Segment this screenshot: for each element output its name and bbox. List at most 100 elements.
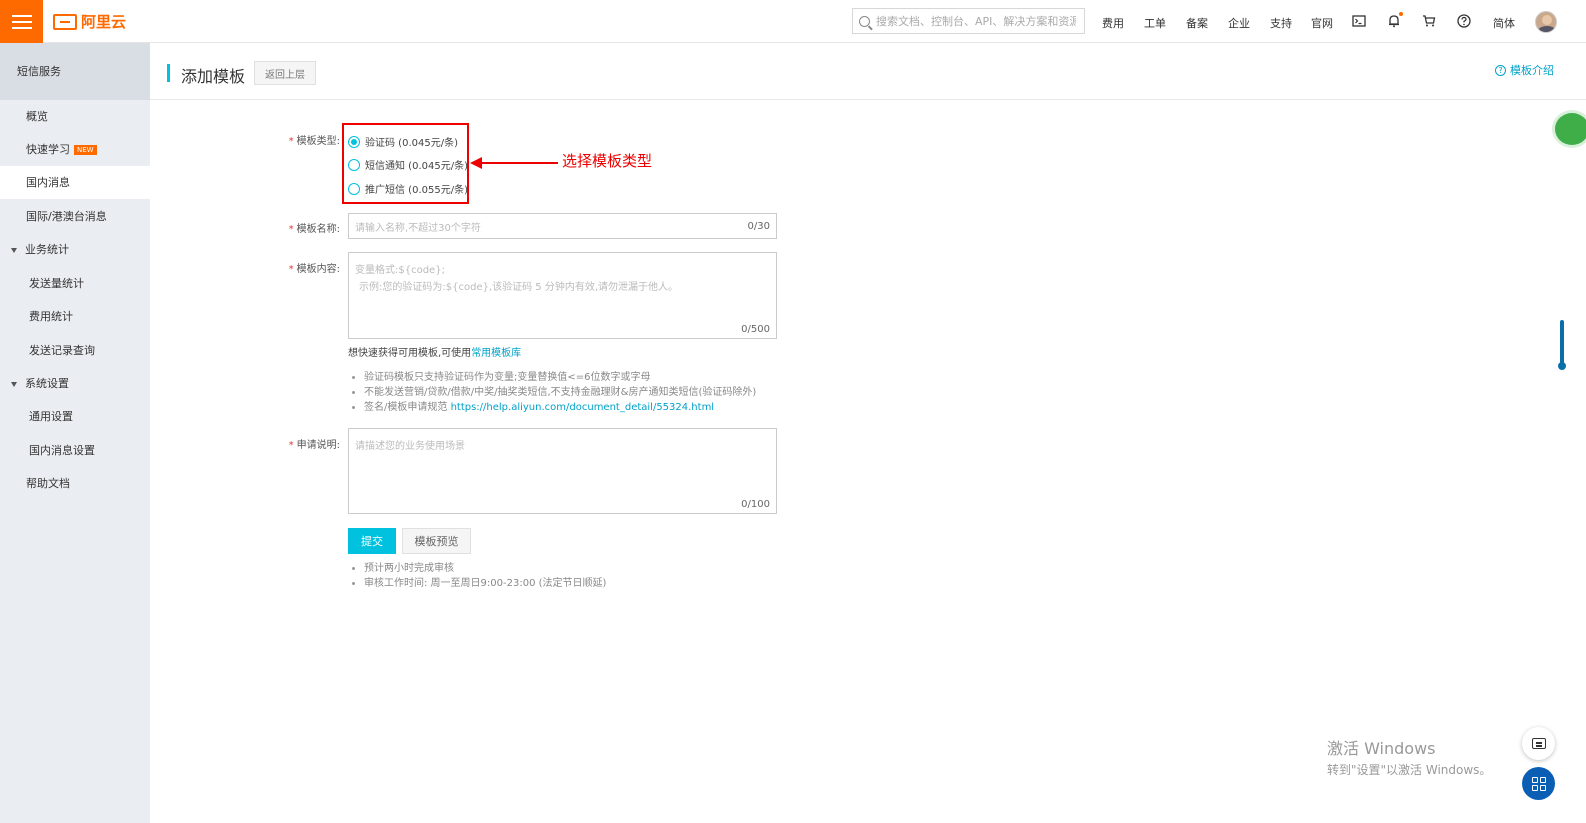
radio-icon[interactable]	[348, 158, 360, 171]
template-content-label: * 模板内容:	[288, 264, 340, 275]
floating-assistant-icon[interactable]	[1552, 110, 1586, 148]
reason-counter: 0/100	[741, 499, 770, 510]
radio-icon[interactable]	[348, 182, 360, 195]
sidebar-item-label: 费用统计	[29, 310, 73, 323]
back-button[interactable]: 返回上层	[254, 61, 316, 85]
sidebar-item-label: 快速学习	[26, 143, 70, 156]
chat-button[interactable]	[1522, 727, 1555, 760]
bell-icon[interactable]	[1387, 12, 1403, 28]
rule-item: 不能发送营销/贷款/借款/中奖/抽奖类短信,不支持金融理财&房产通知类短信(验证…	[352, 385, 756, 400]
template-intro-label: 模板介绍	[1510, 64, 1554, 77]
sidebar-item-fee-stats[interactable]: 费用统计	[0, 300, 150, 333]
aliyun-logo[interactable]: 阿里云	[53, 11, 126, 32]
radio-checked-icon[interactable]	[348, 135, 360, 148]
template-name-input[interactable]: 请输入名称,不超过30个字符 0/30	[348, 213, 777, 239]
user-avatar[interactable]	[1535, 11, 1557, 33]
nav-fee[interactable]: 费用	[1102, 15, 1124, 31]
sidebar-group-settings[interactable]: 系统设置	[0, 367, 150, 400]
question-icon: ?	[1495, 64, 1506, 76]
nav-ticket[interactable]: 工单	[1144, 15, 1166, 31]
submit-button[interactable]: 提交	[348, 528, 396, 554]
template-content-textarea[interactable]: 变量格式:${code}; 示例:您的验证码为:${code},该验证码 5 分…	[348, 252, 777, 339]
template-library-hint: 想快速获得可用模板,可使用常用模板库	[348, 348, 522, 359]
cart-icon[interactable]	[1422, 14, 1436, 28]
sidebar-item-domestic[interactable]: 国内消息	[0, 166, 150, 199]
reason-textarea[interactable]: 请描述您的业务使用场景 0/100	[348, 428, 777, 514]
sidebar-item-label: 国内消息设置	[29, 444, 95, 457]
logo-mark-icon	[53, 13, 77, 30]
nav-beian[interactable]: 备案	[1186, 15, 1208, 31]
preview-button[interactable]: 模板预览	[402, 528, 471, 554]
sidebar-item-quick-learn[interactable]: 快速学习 NEW	[0, 133, 150, 166]
global-search[interactable]	[852, 8, 1085, 34]
sidebar-item-label: 概览	[26, 110, 48, 123]
radio-promotion[interactable]: 推广短信 (0.055元/条)	[348, 181, 468, 196]
top-bar: 阿里云 费用 工单 备案 企业 支持 官网 简体	[0, 0, 1586, 43]
content-placeholder-line1: 变量格式:${code};	[355, 265, 445, 276]
search-input[interactable]	[876, 14, 1076, 28]
sidebar: 短信服务 概览 快速学习 NEW 国内消息 国际/港澳台消息 业务统计 发送量统计…	[0, 43, 150, 823]
logo-text: 阿里云	[81, 13, 127, 31]
sidebar-item-label: 国际/港澳台消息	[26, 210, 107, 223]
annotation-arrow	[470, 157, 558, 169]
caret-down-icon	[11, 381, 17, 387]
sidebar-item-label: 国内消息	[26, 176, 70, 189]
nav-support[interactable]: 支持	[1270, 15, 1292, 31]
apps-grid-icon[interactable]	[1522, 767, 1555, 800]
search-icon	[859, 15, 870, 27]
sidebar-item-label: 帮助文档	[26, 477, 70, 490]
notification-dot	[1399, 12, 1403, 16]
nav-enterprise[interactable]: 企业	[1228, 15, 1250, 31]
note-item: 预计两小时完成审核	[352, 561, 606, 576]
sidebar-item-label: 通用设置	[29, 410, 73, 423]
sidebar-item-send-stats[interactable]: 发送量统计	[0, 267, 150, 300]
chat-icon	[1531, 738, 1546, 749]
name-placeholder: 请输入名称,不超过30个字符	[355, 222, 481, 234]
page-title: 添加模板	[181, 67, 246, 86]
rule-item: 验证码模板只支持验证码作为变量;变量替换值<=6位数字或字母	[352, 370, 756, 385]
content-counter: 0/500	[741, 324, 770, 335]
name-counter: 0/30	[747, 220, 770, 232]
rule-item: 签名/模板申请规范 https://help.aliyun.com/docume…	[352, 400, 756, 415]
sidebar-item-send-records[interactable]: 发送记录查询	[0, 334, 150, 367]
annotation-text: 选择模板类型	[562, 152, 653, 170]
radio-label: 推广短信 (0.055元/条)	[365, 185, 468, 196]
hamburger-menu-icon[interactable]	[0, 0, 43, 43]
sidebar-item-label: 发送量统计	[29, 277, 84, 290]
rules-doc-link[interactable]: https://help.aliyun.com/document_detail/…	[451, 402, 715, 413]
title-accent-bar	[167, 64, 170, 82]
radio-notification[interactable]: 短信通知 (0.045元/条)	[348, 157, 468, 172]
rules-list: 验证码模板只支持验证码作为变量;变量替换值<=6位数字或字母 不能发送营销/贷款…	[352, 370, 756, 415]
reason-label: * 申请说明:	[288, 440, 340, 451]
sidebar-item-overview[interactable]: 概览	[0, 100, 150, 133]
radio-verification[interactable]: 验证码 (0.045元/条)	[348, 134, 458, 149]
sidebar-group-stats[interactable]: 业务统计	[0, 233, 150, 266]
template-type-label: * 模板类型:	[288, 136, 340, 147]
watermark-line1: 激活 Windows	[1327, 739, 1436, 758]
scrollbar-thumb[interactable]	[1558, 320, 1566, 370]
template-name-label: * 模板名称:	[288, 224, 340, 235]
new-badge: NEW	[74, 145, 97, 155]
windows-watermark: 激活 Windows 转到"设置"以激活 Windows。	[1327, 735, 1491, 778]
sidebar-item-general-settings[interactable]: 通用设置	[0, 400, 150, 433]
nav-website[interactable]: 官网	[1311, 15, 1333, 31]
radio-label: 验证码 (0.045元/条)	[365, 138, 458, 149]
sidebar-item-label: 发送记录查询	[29, 344, 95, 357]
help-icon[interactable]	[1457, 14, 1471, 28]
sidebar-item-domestic-settings[interactable]: 国内消息设置	[0, 434, 150, 467]
terminal-icon[interactable]	[1352, 14, 1366, 28]
reason-placeholder: 请描述您的业务使用场景	[355, 441, 465, 452]
watermark-line2: 转到"设置"以激活 Windows。	[1327, 763, 1492, 777]
template-library-link[interactable]: 常用模板库	[471, 348, 521, 359]
sidebar-item-international[interactable]: 国际/港澳台消息	[0, 200, 150, 233]
sidebar-item-label: 业务统计	[25, 243, 69, 256]
sidebar-item-label: 系统设置	[25, 377, 69, 390]
language-switch[interactable]: 简体	[1493, 15, 1515, 31]
review-notes: 预计两小时完成审核 审核工作时间: 周一至周日9:00-23:00 (法定节日顺…	[352, 561, 606, 591]
sidebar-title: 短信服务	[0, 43, 150, 100]
template-intro-link[interactable]: ? 模板介绍	[1495, 62, 1554, 78]
sidebar-item-help-docs[interactable]: 帮助文档	[0, 467, 150, 500]
page-header: 添加模板 返回上层 ? 模板介绍	[150, 43, 1586, 100]
radio-label: 短信通知 (0.045元/条)	[365, 161, 468, 172]
note-item: 审核工作时间: 周一至周日9:00-23:00 (法定节日顺延)	[352, 576, 606, 591]
